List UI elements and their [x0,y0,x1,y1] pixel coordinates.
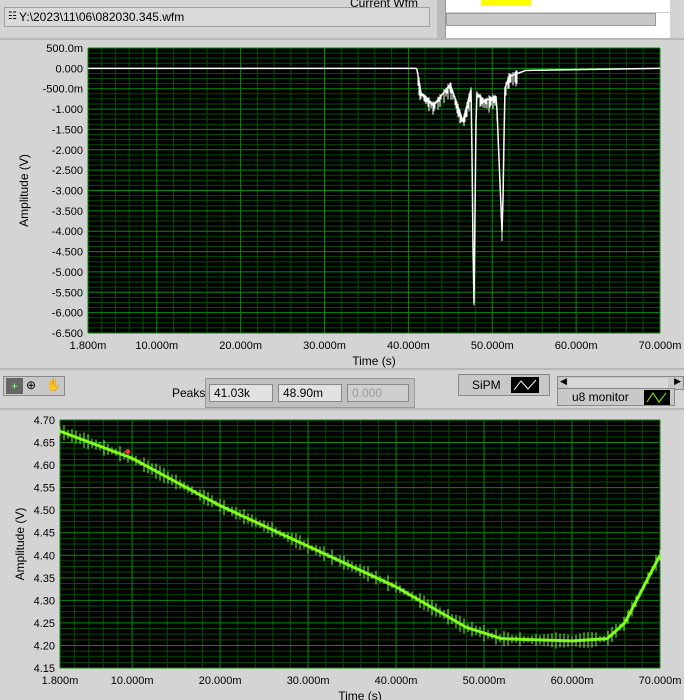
x-tick-label: 40.000m [387,340,430,352]
y-tick-label: -6.000 [52,308,83,320]
y-tick-label: -2.000 [52,145,83,157]
x-tick-label: 70.000m [639,340,682,352]
y-tick-label: -2.500 [52,165,83,177]
cursor-marker [125,449,130,454]
x-tick-label: 20.000m [219,340,262,352]
y-tick-label: -5.500 [52,287,83,299]
y-tick-label: 4.25 [34,618,55,630]
y-tick-label: 4.50 [34,505,55,517]
y-tick-label: -1.500 [52,124,83,136]
file-path-text: Y:\2023\11\06\082030.345.wfm [19,10,184,24]
y-tick-label: 500.0m [46,43,83,55]
x-axis-label: Time (s) [338,689,382,700]
u8-monitor-legend[interactable]: u8 monitor [557,388,675,406]
x-tick-label: 40.000m [375,675,418,687]
sipm-plot-icon [511,377,539,393]
x-tick-label: 10.000m [111,675,154,687]
y-tick-label: 4.60 [34,460,55,472]
x-tick-label: 60.000m [555,340,598,352]
file-path-field[interactable]: ☷ Y:\2023\11\06\082030.345.wfm [4,7,430,27]
x-tick-label: 10.000m [135,340,178,352]
y-tick-label: 4.20 [34,640,55,652]
peaks-value-0[interactable]: 41.03k [209,384,273,402]
zoom-tool-icon[interactable]: ⊕ [26,378,36,392]
y-axis-label: Amplitude (V) [13,508,27,581]
sipm-legend[interactable]: SiPM [458,374,550,396]
panel-divider [437,0,445,40]
u8-plot-icon [644,390,670,405]
y-tick-label: -3.000 [52,186,83,198]
current-wfm-label: Current Wfm [350,0,418,9]
y-tick-label: 4.35 [34,573,55,585]
peaks-value-1[interactable]: 48.90m [278,384,342,402]
x-axis-label: Time (s) [352,354,396,368]
graph-palette: + ⊕ ✋ [3,376,65,396]
cursor-tool-icon[interactable]: + [6,378,23,394]
y-tick-label: -4.500 [52,247,83,259]
y-tick-label: 4.65 [34,438,55,450]
pan-tool-icon[interactable]: ✋ [46,378,61,392]
waveform-table[interactable] [445,0,670,40]
y-axis-label: Amplitude (V) [17,154,31,227]
x-tick-label: 60.000m [551,675,594,687]
highlighted-cell [481,0,531,6]
y-tick-label: 0.000 [55,63,83,75]
y-tick-label: 4.15 [34,663,55,675]
separator [0,368,684,370]
peaks-value-2: 0.000 [347,384,409,402]
table-scrollbar[interactable] [446,13,656,26]
path-icon: ☷ [8,8,17,26]
y-tick-label: 4.40 [34,550,55,562]
amplitude-graph-top[interactable]: 1.800m 10.000m 20.000m 30.000m 40.000m 50.000… [0,40,684,370]
y-tick-label: 4.30 [34,595,55,607]
x-tick-label: 20.000m [199,675,242,687]
u8-monitor-label: u8 monitor [572,390,629,404]
y-tick-label: -4.000 [52,226,83,238]
y-tick-label: 4.70 [34,415,55,427]
x-tick-label: 1.800m [70,340,107,352]
peaks-label: Peaks [172,386,205,400]
table-row[interactable] [446,0,670,13]
x-tick-label: 70.000m [639,675,682,687]
x-tick-label: 50.000m [463,675,506,687]
x-tick-label: 30.000m [287,675,330,687]
amplitude-graph-bottom[interactable]: 1.800m 10.000m 20.000m 30.000m 40.000m 50.000… [0,410,684,700]
sipm-label: SiPM [472,378,501,392]
y-tick-label: -500.0m [43,84,83,96]
x-tick-label: 50.000m [471,340,514,352]
y-tick-label: 4.55 [34,483,55,495]
y-tick-label: 4.45 [34,528,55,540]
x-tick-label: 1.800m [42,675,79,687]
y-tick-label: -3.500 [52,206,83,218]
y-tick-label: -1.000 [52,104,83,116]
x-tick-label: 30.000m [303,340,346,352]
y-tick-label: -6.500 [52,328,83,340]
y-tick-label: -5.000 [52,267,83,279]
